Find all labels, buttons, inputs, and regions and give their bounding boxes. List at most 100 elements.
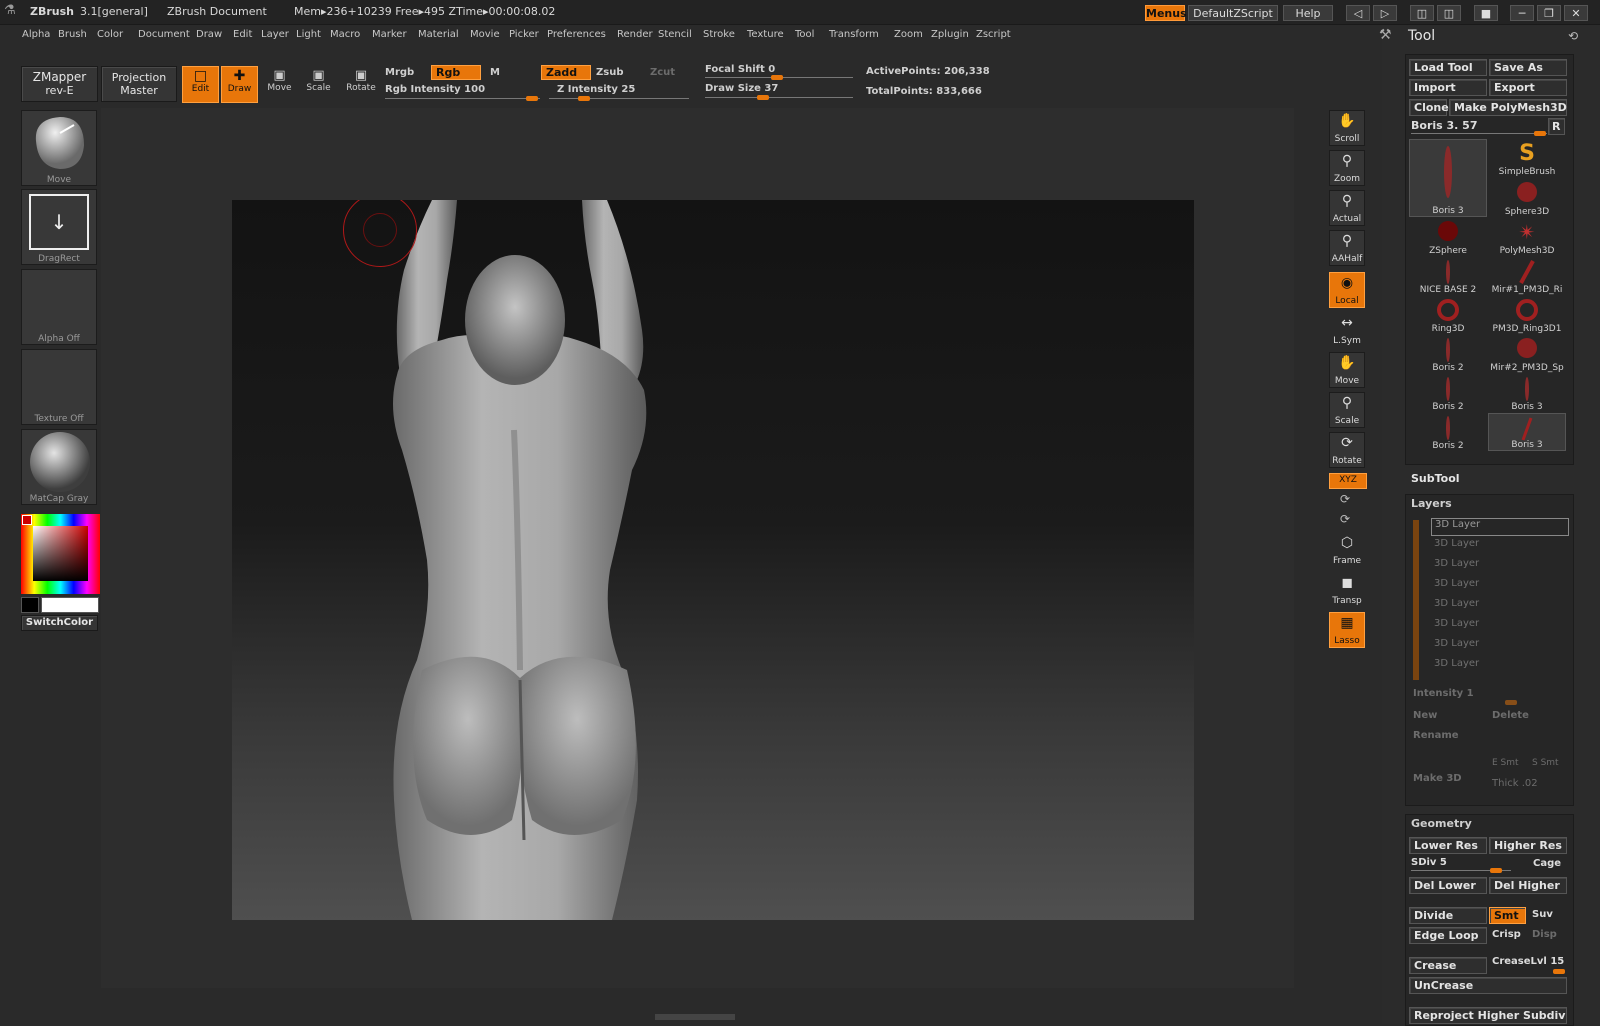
zmapper-button[interactable]: ZMapper rev-E — [21, 66, 98, 102]
panel-reset-icon[interactable]: ⟲ — [1568, 29, 1578, 43]
current-tool-slider[interactable] — [1411, 133, 1547, 134]
lasso-button[interactable]: ▦ Lasso — [1329, 612, 1365, 648]
xyz-button[interactable]: XYZ — [1329, 473, 1367, 489]
rotate-view-button[interactable]: ⟳ Rotate — [1329, 432, 1365, 468]
scale-button[interactable]: ▣ Scale — [301, 66, 336, 101]
scale-view-button[interactable]: ⚲ Scale — [1329, 392, 1365, 428]
tool-boris-2-c[interactable]: Boris 2 — [1409, 413, 1487, 451]
load-tool-button[interactable]: Load Tool — [1409, 59, 1487, 76]
scroll-button[interactable]: ✋ Scroll — [1329, 110, 1365, 146]
layout-1-icon[interactable]: ◫ — [1410, 5, 1434, 21]
layer-row-6[interactable]: 3D Layer — [1431, 618, 1567, 634]
menu-texture[interactable]: Texture — [747, 29, 784, 40]
menu-stroke[interactable]: Stroke — [703, 29, 735, 40]
move-button[interactable]: ▣ Move — [262, 66, 297, 101]
tool-boris-2-a[interactable]: Boris 2 — [1409, 335, 1487, 373]
tool-boris-3-active[interactable]: Boris 3 — [1409, 139, 1487, 217]
layer-row-5[interactable]: 3D Layer — [1431, 598, 1567, 614]
scroll-right-icon[interactable]: ▷ — [1373, 5, 1397, 21]
sdiv-knob[interactable] — [1490, 868, 1502, 873]
tool-pm3d-ring3d1[interactable]: PM3D_Ring3D1 — [1488, 296, 1566, 334]
transp-button[interactable]: ◼ Transp — [1329, 572, 1365, 608]
minimize-icon[interactable]: ─ — [1510, 5, 1534, 21]
z-intensity-slider[interactable] — [549, 98, 689, 99]
layer-row-7[interactable]: 3D Layer — [1431, 638, 1567, 654]
switch-color-button[interactable]: SwitchColor — [21, 615, 98, 631]
focal-shift-knob[interactable] — [771, 75, 783, 80]
rgb-toggle[interactable]: Rgb — [431, 65, 481, 80]
layer-intensity-knob[interactable] — [1505, 700, 1517, 705]
projection-master-button[interactable]: Projection Master — [101, 66, 177, 102]
tool-boris-3-selected[interactable]: Boris 3 — [1488, 413, 1566, 451]
draw-button[interactable]: ✚ Draw — [221, 66, 258, 103]
layer-new-button[interactable]: New — [1413, 710, 1437, 721]
tool-mir1-pm3d-ring[interactable]: Mir#1_PM3D_Ri — [1488, 257, 1566, 295]
texture-selector[interactable]: Texture Off — [21, 349, 97, 425]
menu-marker[interactable]: Marker — [372, 29, 407, 40]
save-as-button[interactable]: Save As — [1489, 59, 1567, 76]
uncrease-button[interactable]: UnCrease — [1409, 977, 1567, 994]
rgb-intensity-slider[interactable] — [385, 98, 540, 99]
higher-res-button[interactable]: Higher Res — [1489, 837, 1567, 854]
edge-loop-button[interactable]: Edge Loop — [1409, 927, 1487, 944]
color-square[interactable] — [33, 526, 88, 581]
menu-edit[interactable]: Edit — [233, 29, 252, 40]
smt-toggle[interactable]: Smt — [1489, 907, 1526, 924]
layer-delete-button[interactable]: Delete — [1492, 710, 1529, 721]
menu-macro[interactable]: Macro — [330, 29, 360, 40]
lock-icon[interactable]: ■ — [1474, 5, 1498, 21]
restore-icon[interactable]: ❐ — [1537, 5, 1561, 21]
layer-row-4[interactable]: 3D Layer — [1431, 578, 1567, 594]
make-3d-button[interactable]: Make 3D — [1413, 773, 1462, 784]
menu-material[interactable]: Material — [418, 29, 459, 40]
scroll-left-icon[interactable]: ◁ — [1346, 5, 1370, 21]
make-polymesh-button[interactable]: Make PolyMesh3D — [1449, 99, 1567, 116]
bottom-tray-handle[interactable] — [655, 1014, 735, 1020]
current-tool-knob[interactable] — [1534, 131, 1546, 136]
draw-size-knob[interactable] — [757, 95, 769, 100]
brush-selector[interactable]: Move — [21, 110, 97, 186]
disp-toggle[interactable]: Disp — [1532, 929, 1557, 940]
layer-rename-button[interactable]: Rename — [1413, 730, 1459, 741]
lower-res-button[interactable]: Lower Res — [1409, 837, 1487, 854]
lsym-button[interactable]: ↔ L.Sym — [1329, 312, 1365, 348]
r-button[interactable]: R — [1548, 118, 1565, 135]
tool-sphere3d[interactable]: Sphere3D — [1488, 179, 1566, 217]
tool-polymesh3d[interactable]: ✴ PolyMesh3D — [1488, 218, 1566, 256]
mrgb-toggle[interactable]: Mrgb — [385, 67, 414, 78]
import-button[interactable]: Import — [1409, 79, 1487, 96]
help-button[interactable]: Help — [1283, 5, 1333, 21]
zoom-button[interactable]: ⚲ Zoom — [1329, 150, 1365, 186]
menu-render[interactable]: Render — [617, 29, 653, 40]
menu-zoom[interactable]: Zoom — [894, 29, 923, 40]
crisp-toggle[interactable]: Crisp — [1492, 929, 1521, 940]
menu-layer[interactable]: Layer — [261, 29, 289, 40]
edit-button[interactable]: □ Edit — [182, 66, 219, 103]
tool-nice-base-2[interactable]: NICE BASE 2 — [1409, 257, 1487, 295]
layer-row-2[interactable]: 3D Layer — [1431, 538, 1567, 554]
layer-row-1[interactable]: 3D Layer — [1431, 518, 1569, 536]
z-intensity-knob[interactable] — [578, 96, 590, 101]
crease-level-knob[interactable] — [1553, 969, 1565, 974]
move-view-button[interactable]: ✋ Move — [1329, 352, 1365, 388]
menu-zplugin[interactable]: Zplugin — [931, 29, 969, 40]
layers-scrollbar[interactable] — [1413, 520, 1419, 680]
close-icon[interactable]: ✕ — [1564, 5, 1588, 21]
zcut-toggle[interactable]: Zcut — [650, 67, 675, 78]
color-picker[interactable] — [21, 514, 100, 594]
menu-movie[interactable]: Movie — [470, 29, 500, 40]
export-button[interactable]: Export — [1489, 79, 1567, 96]
menu-tool[interactable]: Tool — [795, 29, 814, 40]
cage-button[interactable]: Cage — [1533, 858, 1561, 869]
menu-stencil[interactable]: Stencil — [658, 29, 692, 40]
material-selector[interactable]: MatCap Gray — [21, 429, 97, 505]
layer-row-3[interactable]: 3D Layer — [1431, 558, 1567, 574]
crease-button[interactable]: Crease — [1409, 957, 1487, 974]
zadd-toggle[interactable]: Zadd — [541, 65, 591, 80]
rotate-button[interactable]: ▣ Rotate — [342, 66, 380, 101]
rotate-z-icon[interactable]: ⟳ — [1340, 512, 1350, 526]
tool-boris-2-b[interactable]: Boris 2 — [1409, 374, 1487, 412]
menu-picker[interactable]: Picker — [509, 29, 539, 40]
menu-brush[interactable]: Brush — [58, 29, 87, 40]
menu-alpha[interactable]: Alpha — [22, 29, 50, 40]
